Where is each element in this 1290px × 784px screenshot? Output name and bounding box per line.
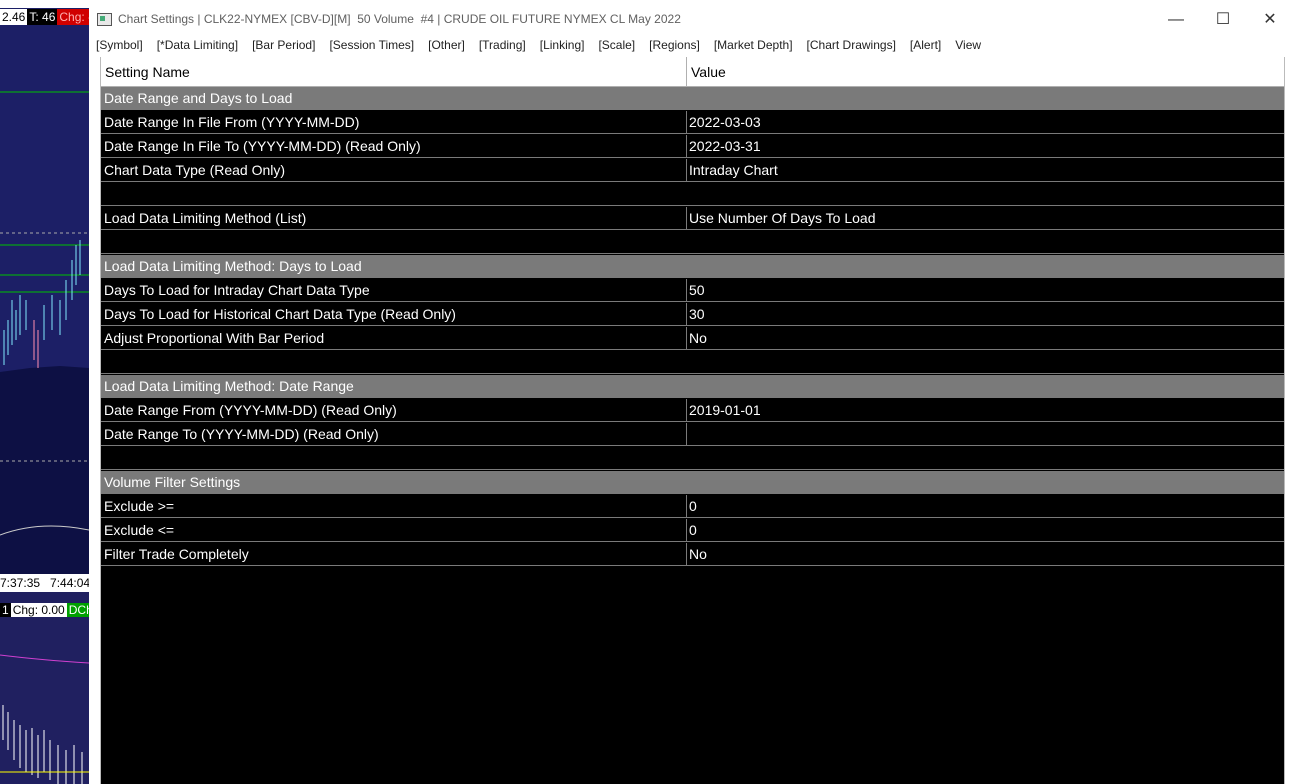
chart-top-info: 2.46T: 46Chg: -0 [0, 9, 89, 25]
cell-divider [686, 423, 687, 446]
setting-name: Date Range From (YYYY-MM-DD) (Read Only) [104, 402, 397, 418]
grid-spacer-row [101, 447, 1284, 470]
setting-name: Date Range In File To (YYYY-MM-DD) (Read… [104, 138, 421, 154]
setting-value[interactable]: 2022-03-31 [689, 135, 761, 158]
setting-value[interactable]: 30 [689, 303, 705, 326]
setting-value[interactable]: 50 [689, 279, 705, 302]
setting-name: Days To Load for Intraday Chart Data Typ… [104, 282, 370, 298]
column-divider[interactable] [686, 57, 687, 87]
window-title: Chart Settings | CLK22-NYMEX [CBV-D][M] … [118, 12, 681, 26]
setting-value[interactable]: No [689, 543, 707, 566]
background-chart[interactable]: 2.46T: 46Chg: -0 7:37:35 7:44:04 1Chg: 0.… [0, 0, 89, 784]
grid-row[interactable]: Load Data Limiting Method (List) Use Numb… [101, 207, 1284, 230]
grid-row[interactable]: Chart Data Type (Read Only) Intraday Char… [101, 159, 1284, 182]
menu-item[interactable]: [Regions] [649, 38, 700, 52]
grid-row[interactable]: Date Range To (YYYY-MM-DD) (Read Only) [101, 423, 1284, 446]
subgraph-info: 1Chg: 0.00DCh [0, 602, 89, 618]
chart-settings-window: Chart Settings | CLK22-NYMEX [CBV-D][M] … [89, 0, 1290, 784]
setting-name: Exclude <= [104, 522, 175, 538]
menu-item[interactable]: [Linking] [540, 38, 585, 52]
background-chart-graphics [0, 0, 89, 784]
setting-name: Days To Load for Historical Chart Data T… [104, 306, 456, 322]
close-button[interactable]: ✕ [1247, 5, 1290, 35]
cell-divider [686, 159, 687, 182]
cell-divider [686, 327, 687, 350]
subgraph-daily-change-label: DCh [66, 603, 89, 617]
setting-name: Chart Data Type (Read Only) [104, 162, 286, 178]
cell-divider [686, 207, 687, 230]
cell-divider [686, 519, 687, 542]
section-title: Load Data Limiting Method: Days to Load [104, 258, 362, 274]
grid-spacer-row [101, 351, 1284, 374]
column-header-setting-name[interactable]: Setting Name [105, 57, 190, 87]
cell-divider [686, 279, 687, 302]
grid-row[interactable]: Days To Load for Historical Chart Data T… [101, 303, 1284, 326]
menu-item[interactable]: [Alert] [910, 38, 941, 52]
setting-value[interactable]: 0 [689, 495, 697, 518]
setting-value[interactable]: 2022-03-03 [689, 111, 761, 134]
menu-item[interactable]: [Market Depth] [714, 38, 793, 52]
setting-name: Date Range To (YYYY-MM-DD) (Read Only) [104, 426, 379, 442]
grid-row[interactable]: Date Range In File From (YYYY-MM-DD) 2022… [101, 111, 1284, 134]
setting-name: Filter Trade Completely [104, 546, 249, 562]
subgraph-label: 1 [0, 603, 11, 617]
section-title: Load Data Limiting Method: Date Range [104, 378, 354, 394]
subgraph-change-label: Chg: 0.00 [10, 603, 67, 617]
chart-change-label: Chg: -0 [57, 9, 89, 25]
grid-row[interactable]: Exclude >= 0 [101, 495, 1284, 518]
cell-divider [686, 495, 687, 518]
setting-name: Date Range In File From (YYYY-MM-DD) [104, 114, 360, 130]
chart-trades-label: T: 46 [27, 9, 58, 25]
grid-row[interactable]: Exclude <= 0 [101, 519, 1284, 542]
menu-item[interactable]: [Session Times] [329, 38, 414, 52]
time-label: 7:37:35 [0, 576, 41, 590]
section-title: Volume Filter Settings [104, 474, 241, 490]
setting-value[interactable]: 0 [689, 519, 697, 542]
setting-value[interactable]: Use Number Of Days To Load [689, 207, 876, 230]
menu-item[interactable]: [Other] [428, 38, 465, 52]
menu-item[interactable]: [Trading] [479, 38, 526, 52]
cell-divider [686, 399, 687, 422]
chart-price-label: 2.46 [0, 9, 28, 25]
grid-row[interactable]: Date Range From (YYYY-MM-DD) (Read Only)… [101, 399, 1284, 422]
menu-item[interactable]: [Bar Period] [252, 38, 315, 52]
settings-menu-bar: [Symbol] [*Data Limiting] [Bar Period] [Ses… [96, 38, 995, 54]
title-bar[interactable]: Chart Settings | CLK22-NYMEX [CBV-D][M] … [89, 5, 1290, 35]
column-header-value[interactable]: Value [691, 57, 726, 87]
menu-item[interactable]: [Symbol] [96, 38, 143, 52]
grid-section-header[interactable]: Load Data Limiting Method: Date Range [101, 375, 1284, 398]
menu-item[interactable]: [*Data Limiting] [157, 38, 238, 52]
grid-section-header[interactable]: Volume Filter Settings [101, 471, 1284, 494]
menu-item[interactable]: [Chart Drawings] [807, 38, 896, 52]
grid-spacer-row [101, 183, 1284, 206]
grid-row[interactable]: Adjust Proportional With Bar Period No [101, 327, 1284, 350]
section-title: Date Range and Days to Load [104, 90, 293, 106]
chart-time-axis: 7:37:35 7:44:04 [0, 574, 89, 592]
setting-name: Load Data Limiting Method (List) [104, 210, 307, 226]
window-app-icon [97, 13, 112, 26]
setting-value[interactable]: Intraday Chart [689, 159, 778, 182]
cell-divider [686, 135, 687, 158]
maximize-button[interactable]: ☐ [1200, 5, 1246, 35]
grid-section-header[interactable]: Date Range and Days to Load [101, 87, 1284, 110]
grid-spacer-row [101, 231, 1284, 254]
grid-row[interactable]: Filter Trade Completely No [101, 543, 1284, 566]
minimize-button[interactable]: — [1153, 5, 1199, 35]
setting-value[interactable]: No [689, 327, 707, 350]
grid-section-header[interactable]: Load Data Limiting Method: Days to Load [101, 255, 1284, 278]
cell-divider [686, 111, 687, 134]
time-label: 7:44:04 [50, 576, 89, 590]
setting-name: Exclude >= [104, 498, 175, 514]
setting-name: Adjust Proportional With Bar Period [104, 330, 325, 346]
grid-row[interactable]: Date Range In File To (YYYY-MM-DD) (Read… [101, 135, 1284, 158]
grid-row[interactable]: Days To Load for Intraday Chart Data Typ… [101, 279, 1284, 302]
menu-item[interactable]: [Scale] [598, 38, 635, 52]
menu-item[interactable]: View [955, 38, 981, 52]
cell-divider [686, 303, 687, 326]
grid-header: Setting Name Value [101, 57, 1284, 87]
settings-grid: Setting Name Value Date Range and Days t… [100, 57, 1285, 784]
cell-divider [686, 543, 687, 566]
setting-value[interactable]: 2019-01-01 [689, 399, 761, 422]
